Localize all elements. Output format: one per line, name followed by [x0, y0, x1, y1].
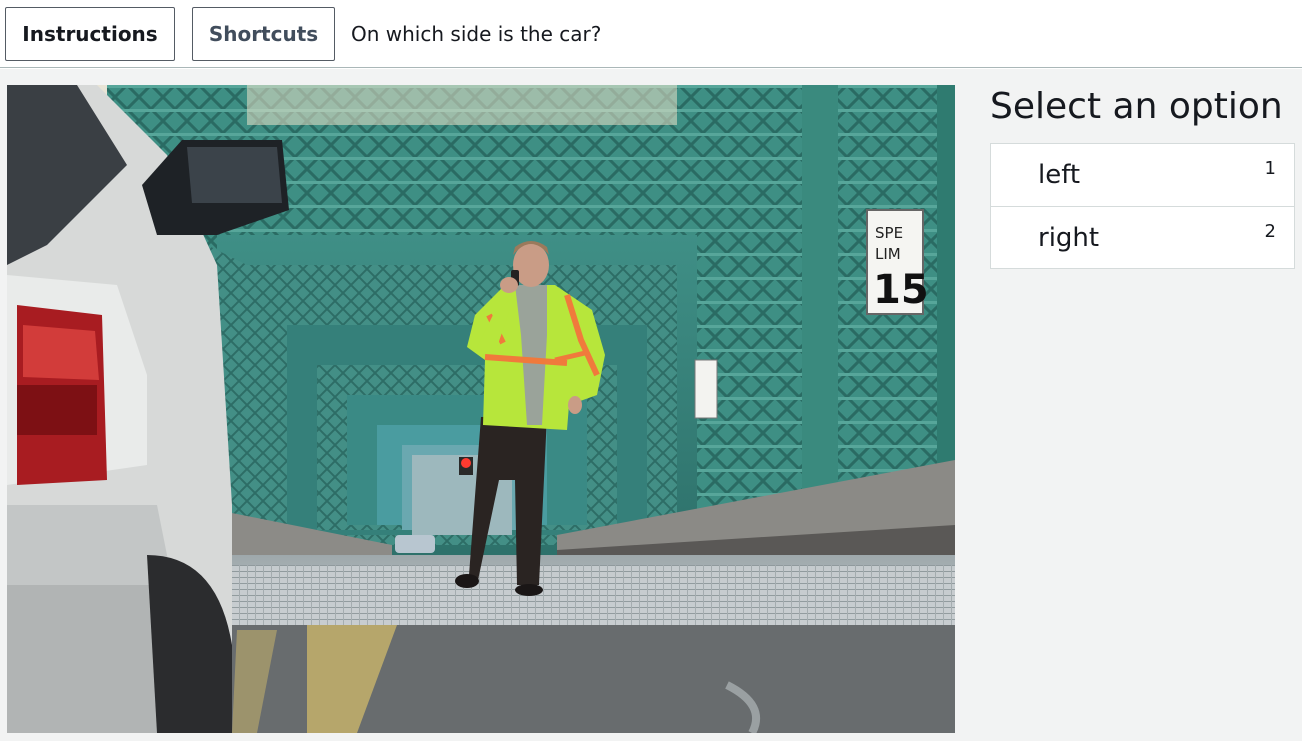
options-list: left 1 right 2	[990, 143, 1295, 269]
svg-text:SPE: SPE	[875, 224, 903, 242]
option-panel: Select an option left 1 right 2	[990, 85, 1295, 269]
top-toolbar: Instructions Shortcuts On which side is …	[0, 0, 1302, 68]
option-label: left	[1038, 160, 1081, 190]
speed-limit-sign: SPE LIM 15	[866, 209, 929, 315]
option-left[interactable]: left 1	[991, 144, 1294, 206]
instructions-button[interactable]: Instructions	[5, 6, 175, 61]
option-hotkey: 1	[1264, 158, 1276, 179]
svg-text:LIM: LIM	[875, 245, 901, 263]
shortcuts-button[interactable]: Shortcuts	[192, 6, 335, 61]
option-label: right	[1038, 222, 1100, 253]
task-workspace: SPE LIM 15 Select an option left 1 right…	[0, 69, 1302, 741]
option-hotkey: 2	[1264, 221, 1276, 242]
question-text: On which side is the car?	[351, 21, 602, 46]
svg-text:15: 15	[873, 267, 929, 313]
option-right[interactable]: right 2	[991, 206, 1294, 268]
task-image: SPE LIM 15	[7, 85, 955, 733]
panel-title: Select an option	[990, 86, 1283, 127]
